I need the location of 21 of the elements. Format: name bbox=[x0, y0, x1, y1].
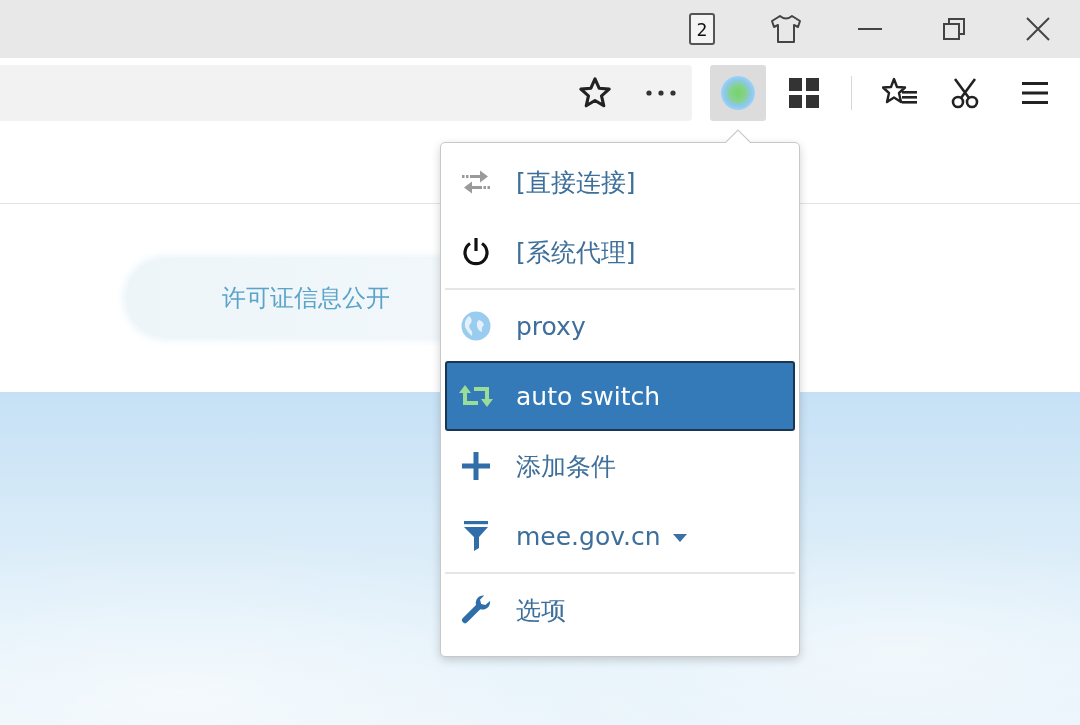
menu-item[interactable]: mee.gov.cn bbox=[445, 501, 795, 571]
menu-item[interactable]: auto switch bbox=[445, 361, 795, 431]
menu-item[interactable]: [直接连接] bbox=[445, 147, 795, 217]
funnel-icon bbox=[463, 521, 489, 551]
more-icon[interactable] bbox=[646, 90, 676, 96]
restore-icon[interactable] bbox=[943, 18, 965, 40]
menu-item[interactable]: 添加条件 bbox=[445, 431, 795, 501]
swap-arrows-icon bbox=[461, 170, 491, 194]
wrench-icon bbox=[461, 595, 491, 625]
menu-icon[interactable] bbox=[1022, 81, 1048, 105]
menu-item[interactable]: 选项 bbox=[445, 575, 795, 645]
power-icon bbox=[461, 237, 491, 267]
tab-count-button[interactable]: 2 bbox=[689, 13, 715, 45]
disc-icon bbox=[720, 75, 756, 111]
shirt-icon[interactable] bbox=[770, 14, 802, 44]
close-icon[interactable] bbox=[1026, 17, 1050, 41]
plus-icon bbox=[462, 452, 490, 480]
apps-grid-icon[interactable] bbox=[789, 78, 819, 108]
scissors-icon[interactable] bbox=[950, 77, 980, 109]
caret-icon bbox=[672, 534, 687, 542]
star-icon[interactable] bbox=[578, 76, 612, 110]
